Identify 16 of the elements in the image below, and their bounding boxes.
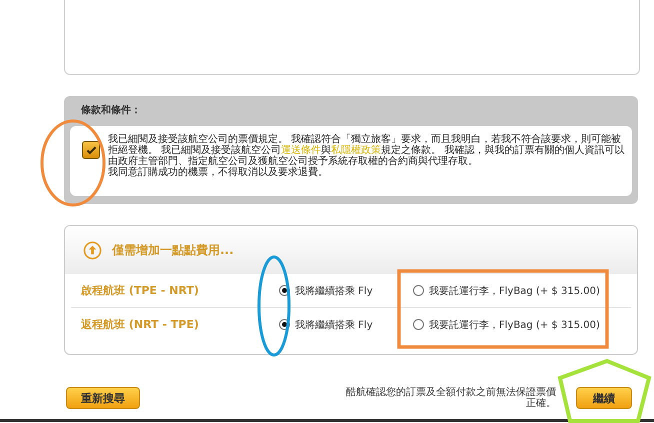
flight-label: 返程航班 (NRT - TPE) [80,317,200,332]
radio-option[interactable]: 我將繼續搭乘 Fly [279,284,409,298]
checkmark-icon [84,144,98,156]
search-again-button[interactable]: 重新搜尋 [66,387,140,409]
flight-label: 啟程航班 (TPE - NRT) [80,283,200,298]
upload-icon [83,240,102,260]
radio-option[interactable]: 我將繼續搭乘 Fly [279,318,409,332]
radio-option[interactable]: 我要託運行李，FlyBag (+ $ 315.00) [413,318,600,332]
continue-button[interactable]: 繼續 [576,387,632,409]
section-title: 僅需增加一點點費用... [112,242,234,258]
checkbox[interactable] [82,141,100,159]
terms-paragraph: 我已細閱及接受該航空公司的票價規定。 我確認符合「獨立旅客」要求，而且我明白，若我不符合該要求，則可能被拒絕登機。 我已細閱及接受該航空公司運送條件與私隱權政策規定之條款。 我確認，與我的訂票有關的個人資訊可以由政府主管部門、指定航空公司及獲航空公司授予系統存取權的合約商與代理存取。 [108,134,626,167]
agreement-text: 我同意訂購成功的機票，不得取消以及要求退費。 [108,167,329,178]
radio-option[interactable]: 我要託運行李，FlyBag (+ $ 315.00) [413,284,600,298]
price-notice: 酷航確認您的訂票及全額付款之前無法保證票價正確。 [345,387,556,409]
section-title: 條款和條件： [81,104,142,118]
